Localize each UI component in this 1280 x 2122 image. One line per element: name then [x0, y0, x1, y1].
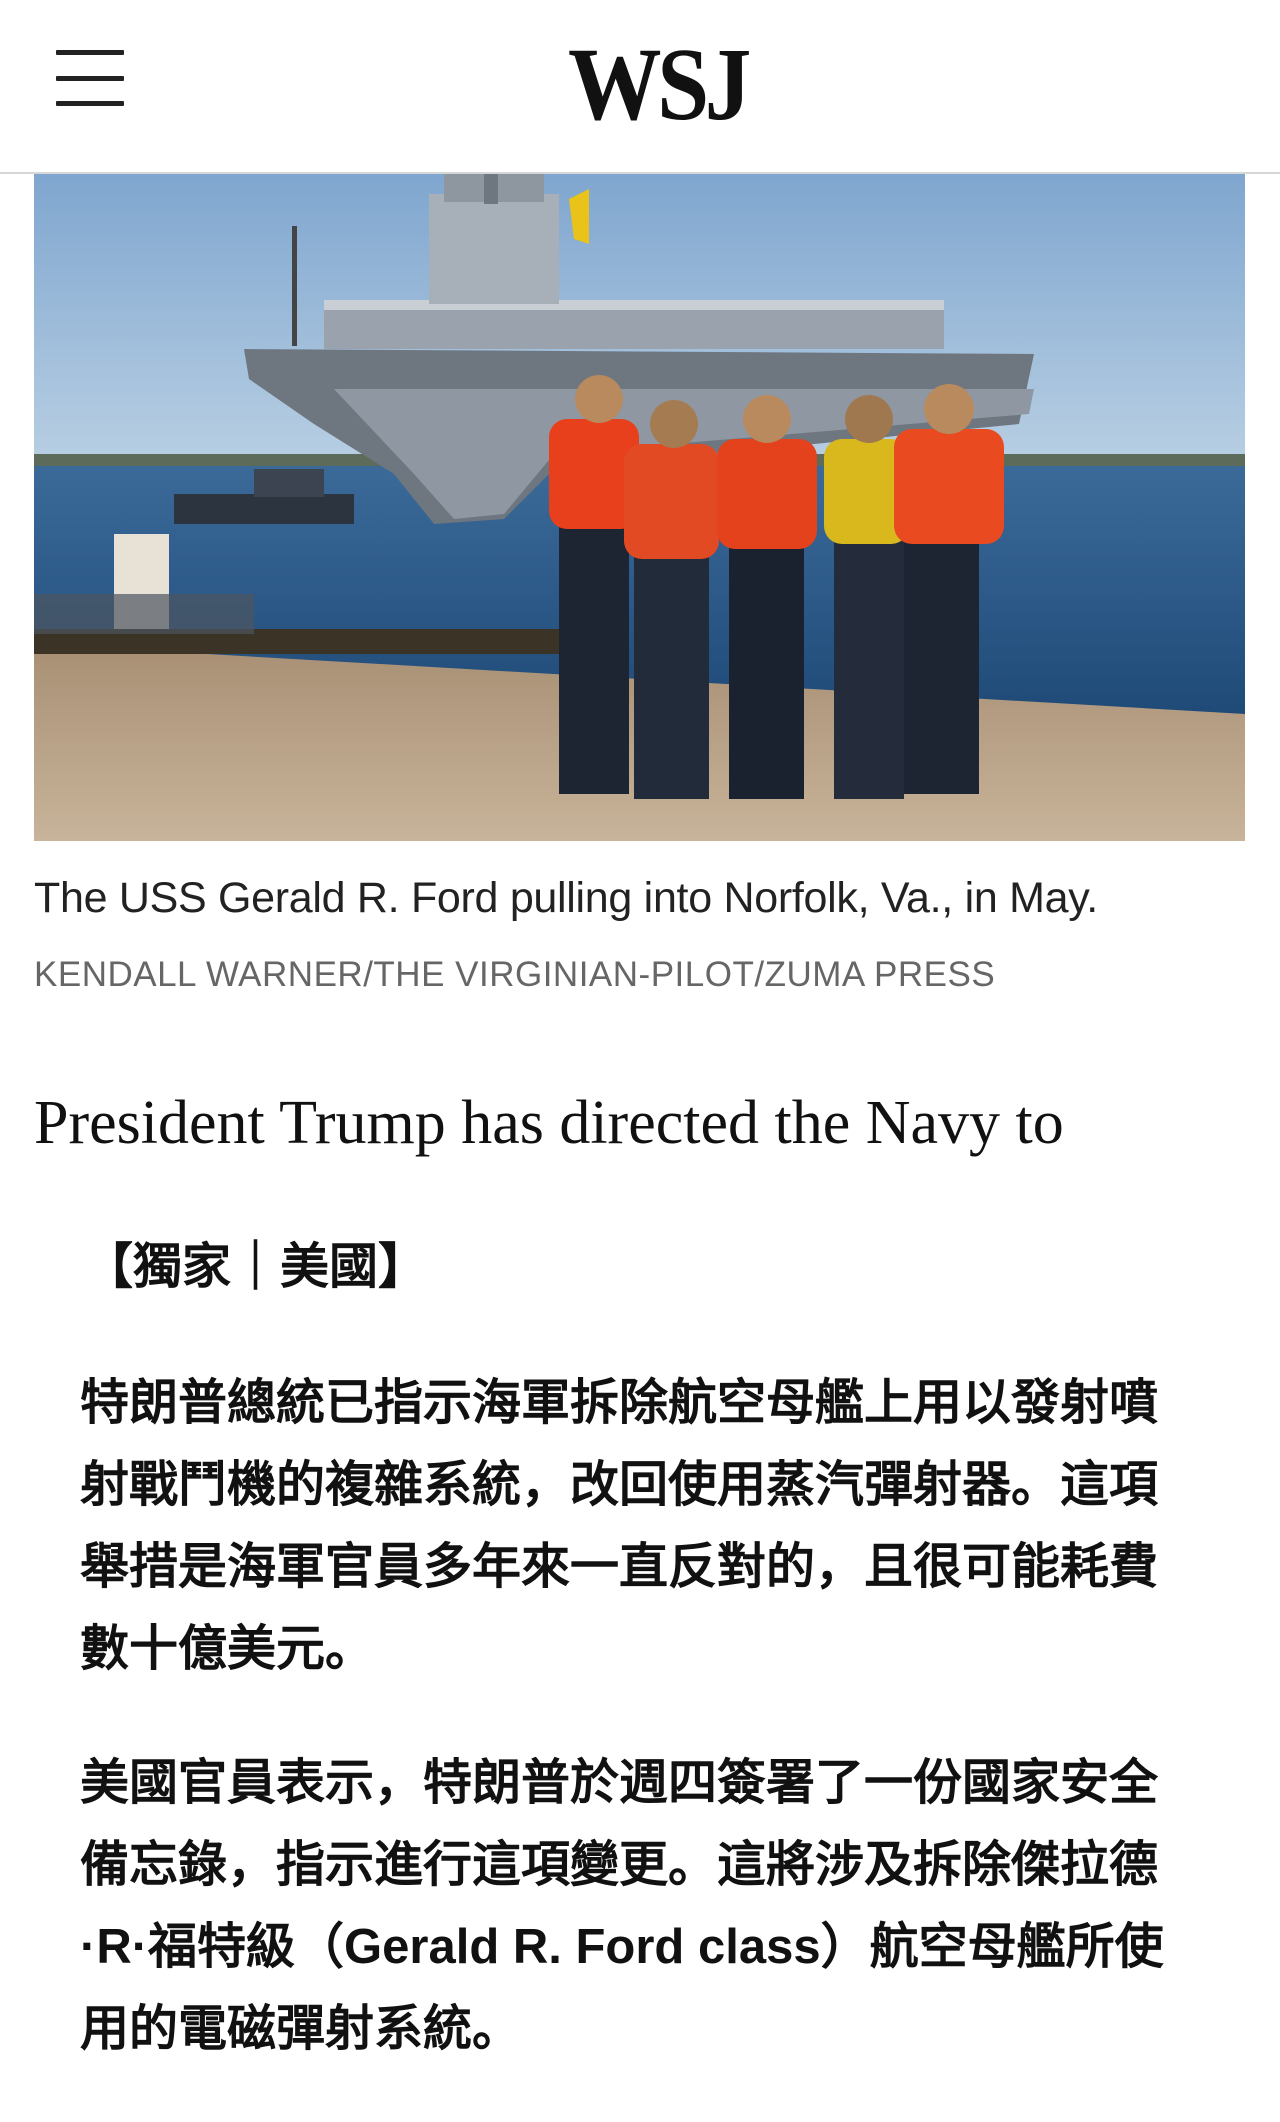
hamburger-menu-icon[interactable]: [56, 50, 124, 106]
article-photo: [34, 174, 1245, 841]
article-tag: 【獨家｜美國】: [84, 1240, 428, 1294]
top-navigation-bar: WSJ: [0, 0, 1280, 174]
article-paragraph: 美國官員表示，特朗普於週四簽署了一份國家安全備忘錄，指示進行這項變更。這將涉及拆…: [80, 1756, 1164, 2056]
aircraft-carrier-photo: [34, 174, 1245, 841]
wsj-logo[interactable]: WSJ: [568, 30, 751, 140]
article-lede: President Trump has directed the Navy to: [34, 1089, 1064, 1157]
article-paragraph: 特朗普總統已指示海軍拆除航空母艦上用以發射噴射戰鬥機的複雜系統，改回使用蒸汽彈射…: [80, 1376, 1159, 1676]
photo-caption: The USS Gerald R. Ford pulling into Norf…: [34, 874, 1098, 922]
photo-credit: KENDALL WARNER/THE VIRGINIAN-PILOT/ZUMA …: [34, 955, 996, 994]
